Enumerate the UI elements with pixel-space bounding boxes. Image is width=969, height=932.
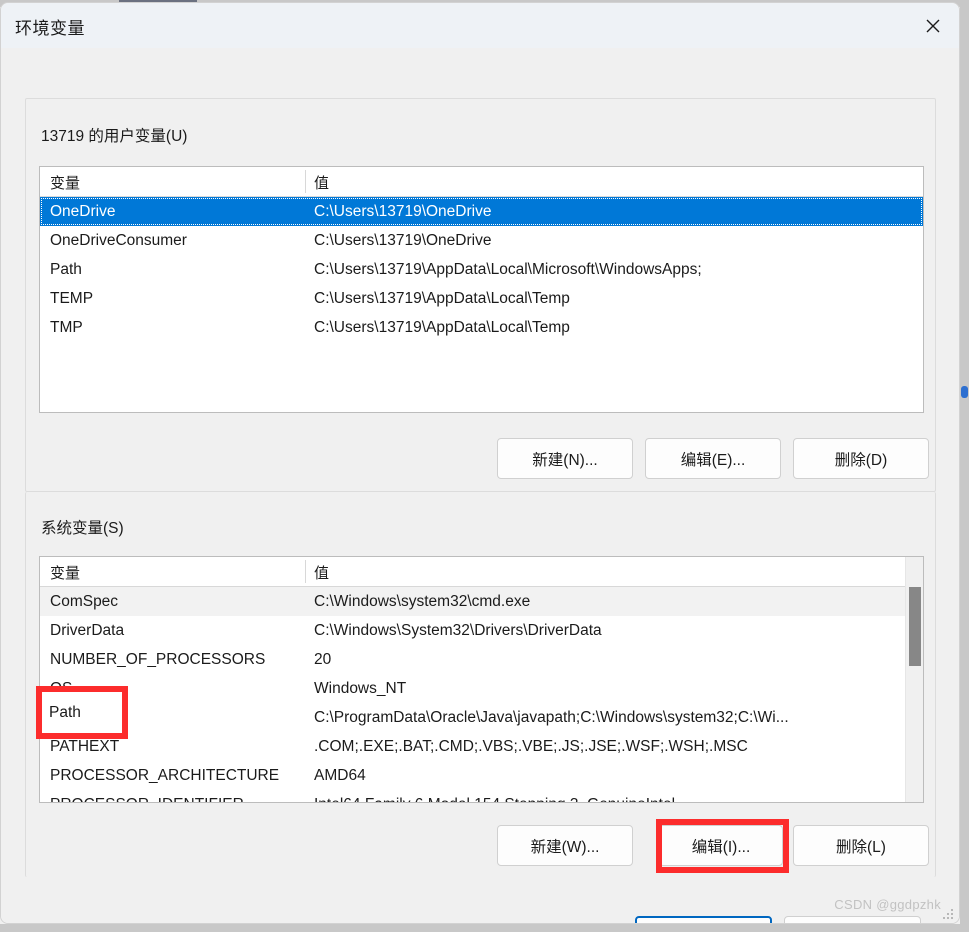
table-row[interactable]: PATHEXT .COM;.EXE;.BAT;.CMD;.VBS;.VBE;.JS… (40, 732, 923, 761)
table-row[interactable]: TMP C:\Users\13719\AppData\Local\Temp (40, 313, 923, 342)
user_section-row-value: C:\Users\13719\OneDrive (314, 231, 492, 249)
system-edit-button[interactable]: 编辑(I)... (659, 825, 783, 866)
system_section-row-value: AMD64 (314, 766, 366, 784)
system_section-row-value: C:\ProgramData\Oracle\Java\javapath;C:\W… (314, 708, 789, 726)
system-variables-scrollbar-thumb[interactable] (909, 587, 921, 666)
user_section-row-value: C:\Users\13719\AppData\Local\Microsoft\W… (314, 260, 702, 278)
system_section-row-name: OS (50, 679, 73, 697)
system_section-row-name: PROCESSOR_IDENTIFIER (50, 796, 244, 803)
table-row[interactable]: Path C:\ProgramData\Oracle\Java\javapath;… (40, 703, 923, 732)
system_section-row-value: C:\Windows\system32\cmd.exe (314, 592, 531, 610)
cancel-button[interactable]: 取消 (784, 916, 921, 923)
table-row[interactable]: PROCESSOR_IDENTIFIER Intel64 Family 6 Mod… (40, 790, 923, 803)
user-variables-listview[interactable]: 变量 值 OneDrive C:\Users\13719\OneDrive OneD… (39, 166, 924, 413)
table-row[interactable]: Path C:\Users\13719\AppData\Local\Microso… (40, 255, 923, 284)
system-variables-listview[interactable]: 变量 值 ComSpec C:\Windows\system32\cmd.exe D… (39, 556, 924, 803)
user_section-row-name: TMP (50, 318, 83, 336)
user-edit-button[interactable]: 编辑(E)... (645, 438, 781, 479)
parent-bottom-edge (0, 924, 969, 932)
system_section-row-name: DriverData (50, 621, 125, 639)
user-new-button[interactable]: 新建(N)... (497, 438, 633, 479)
system_section-row-value: C:\Windows\System32\Drivers\DriverData (314, 621, 602, 639)
system_section-row-value: Windows_NT (314, 679, 407, 697)
table-row[interactable]: ComSpec C:\Windows\system32\cmd.exe (40, 587, 923, 616)
user_section-row-name: Path (50, 260, 82, 278)
system_section-row-name: ComSpec (50, 592, 119, 610)
user_section-row-value: C:\Users\13719\AppData\Local\Temp (314, 289, 570, 307)
user_section-row-value: C:\Users\13719\OneDrive (314, 202, 492, 220)
table-row[interactable]: DriverData C:\Windows\System32\Drivers\Dr… (40, 616, 923, 645)
title-bar: 环境变量 (1, 3, 959, 48)
parent-vertical-scrollbar-thumb[interactable] (961, 386, 968, 398)
system_section-row-value: .COM;.EXE;.BAT;.CMD;.VBS;.VBE;.JS;.JSE;.… (314, 737, 748, 755)
ok-button[interactable]: 确定 (635, 916, 772, 923)
user-delete-button[interactable]: 删除(D) (793, 438, 929, 479)
user-variables-header: 变量 值 (40, 167, 923, 197)
system_section-row-name: Path (50, 708, 82, 726)
parent-vertical-scrollbar[interactable] (960, 0, 969, 932)
system_section-row-value: 20 (314, 650, 332, 668)
system-column-header-name[interactable]: 变量 (50, 562, 80, 583)
user_section-row-name: OneDriveConsumer (50, 231, 187, 249)
resize-grip-icon[interactable] (943, 909, 954, 920)
user-column-header-value[interactable]: 值 (314, 172, 329, 193)
system-variables-header: 变量 值 (40, 557, 923, 587)
system-column-header-value[interactable]: 值 (314, 562, 329, 583)
system-variables-legend: 系统变量(S) (35, 516, 130, 538)
watermark-text: CSDN @ggdpzhk (834, 897, 941, 912)
user_section-row-name: TEMP (50, 289, 94, 307)
table-row[interactable]: OneDrive C:\Users\13719\OneDrive (40, 197, 923, 226)
user-variables-legend: 13719 的用户变量(U) (35, 124, 194, 146)
system-delete-button[interactable]: 删除(L) (793, 825, 929, 866)
user-column-divider[interactable] (305, 170, 306, 193)
system-new-button[interactable]: 新建(W)... (497, 825, 633, 866)
table-row[interactable]: PROCESSOR_ARCHITECTURE AMD64 (40, 761, 923, 790)
system-variables-scrollbar[interactable] (905, 557, 923, 802)
system-variables-rows: ComSpec C:\Windows\system32\cmd.exe Driver… (40, 587, 923, 803)
environment-variables-dialog: 环境变量 13719 的用户变量(U) 变量 值 OneDrive C:\User… (0, 2, 960, 924)
table-row[interactable]: NUMBER_OF_PROCESSORS 20 (40, 645, 923, 674)
close-icon[interactable] (907, 3, 959, 48)
system-column-divider[interactable] (305, 560, 306, 583)
user-variables-rows: OneDrive C:\Users\13719\OneDrive OneDriveC… (40, 197, 923, 342)
system_section-row-name: PATHEXT (50, 737, 120, 755)
system_section-row-name: PROCESSOR_ARCHITECTURE (50, 766, 280, 784)
table-row[interactable]: TEMP C:\Users\13719\AppData\Local\Temp (40, 284, 923, 313)
table-row[interactable]: OneDriveConsumer C:\Users\13719\OneDrive (40, 226, 923, 255)
user_section-row-name: OneDrive (50, 202, 116, 220)
screen-root: 环境变量 13719 的用户变量(U) 变量 值 OneDrive C:\User… (0, 0, 969, 932)
user_section-row-value: C:\Users\13719\AppData\Local\Temp (314, 318, 570, 336)
table-row[interactable]: OS Windows_NT (40, 674, 923, 703)
system_section-row-value: Intel64 Family 6 Model 154 Stepping 3, G… (314, 796, 675, 803)
window-title: 环境变量 (15, 19, 85, 38)
dialog-client-area: 13719 的用户变量(U) 变量 值 OneDrive C:\Users\137… (1, 48, 959, 923)
system_section-row-name: NUMBER_OF_PROCESSORS (50, 650, 266, 668)
user-column-header-name[interactable]: 变量 (50, 172, 80, 193)
